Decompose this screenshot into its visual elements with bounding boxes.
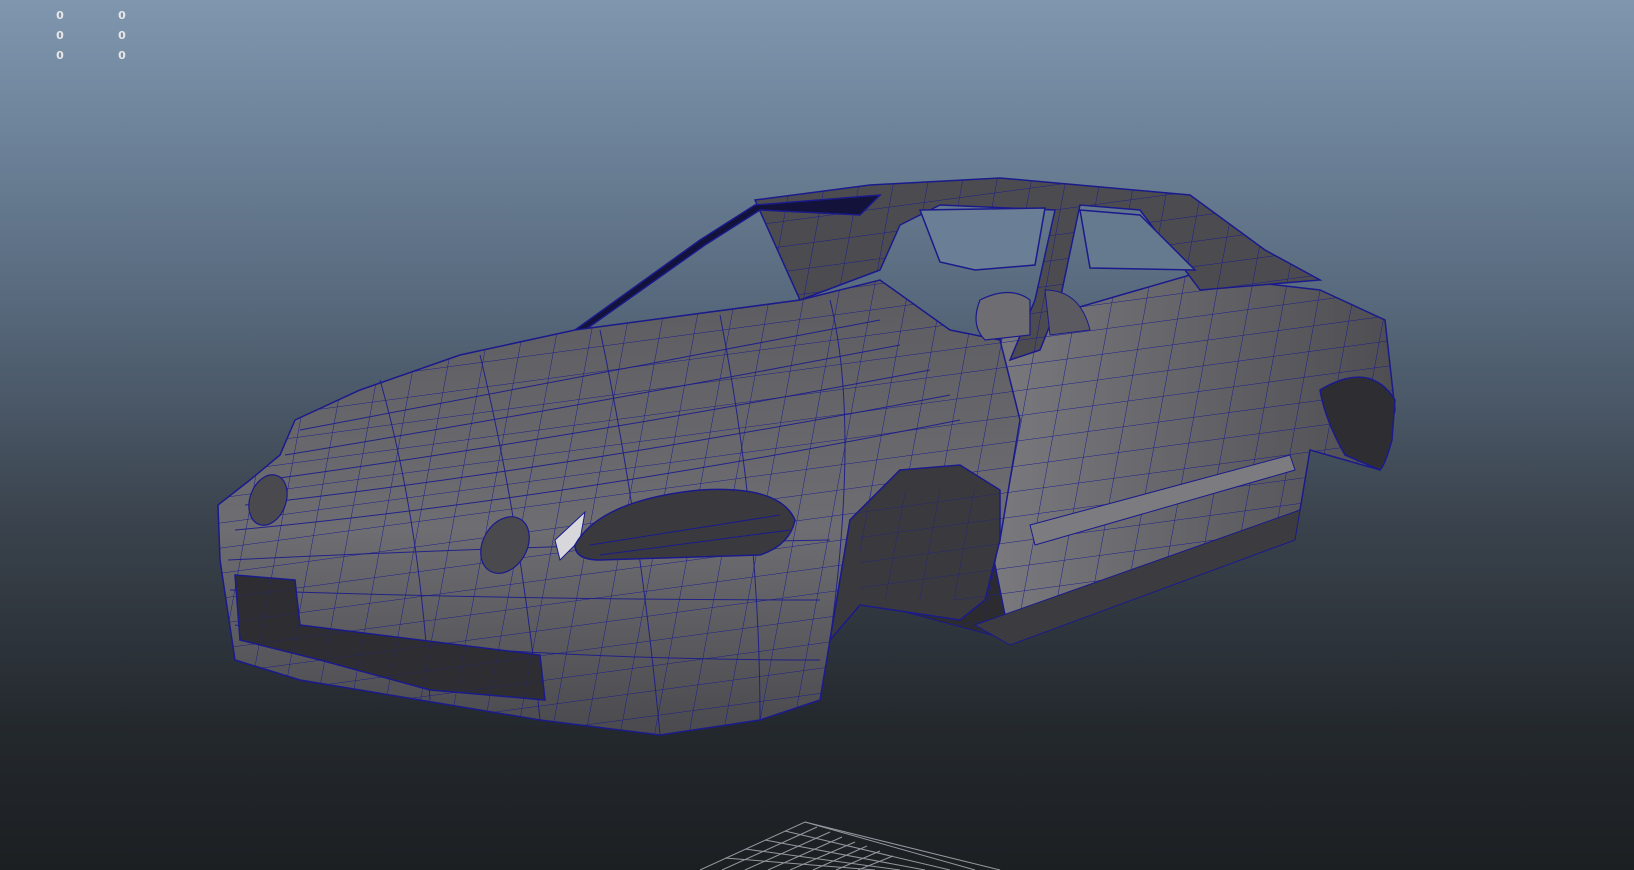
scene-canvas	[217, 177, 1396, 870]
car-body-mesh[interactable]	[217, 177, 1396, 736]
rear-side-window	[918, 207, 1046, 271]
3d-viewport[interactable]: 0 0 0 0 0 0 0 0	[0, 0, 1634, 870]
ground-grid-icon	[699, 821, 1001, 870]
door-window-cutout	[975, 291, 1031, 341]
